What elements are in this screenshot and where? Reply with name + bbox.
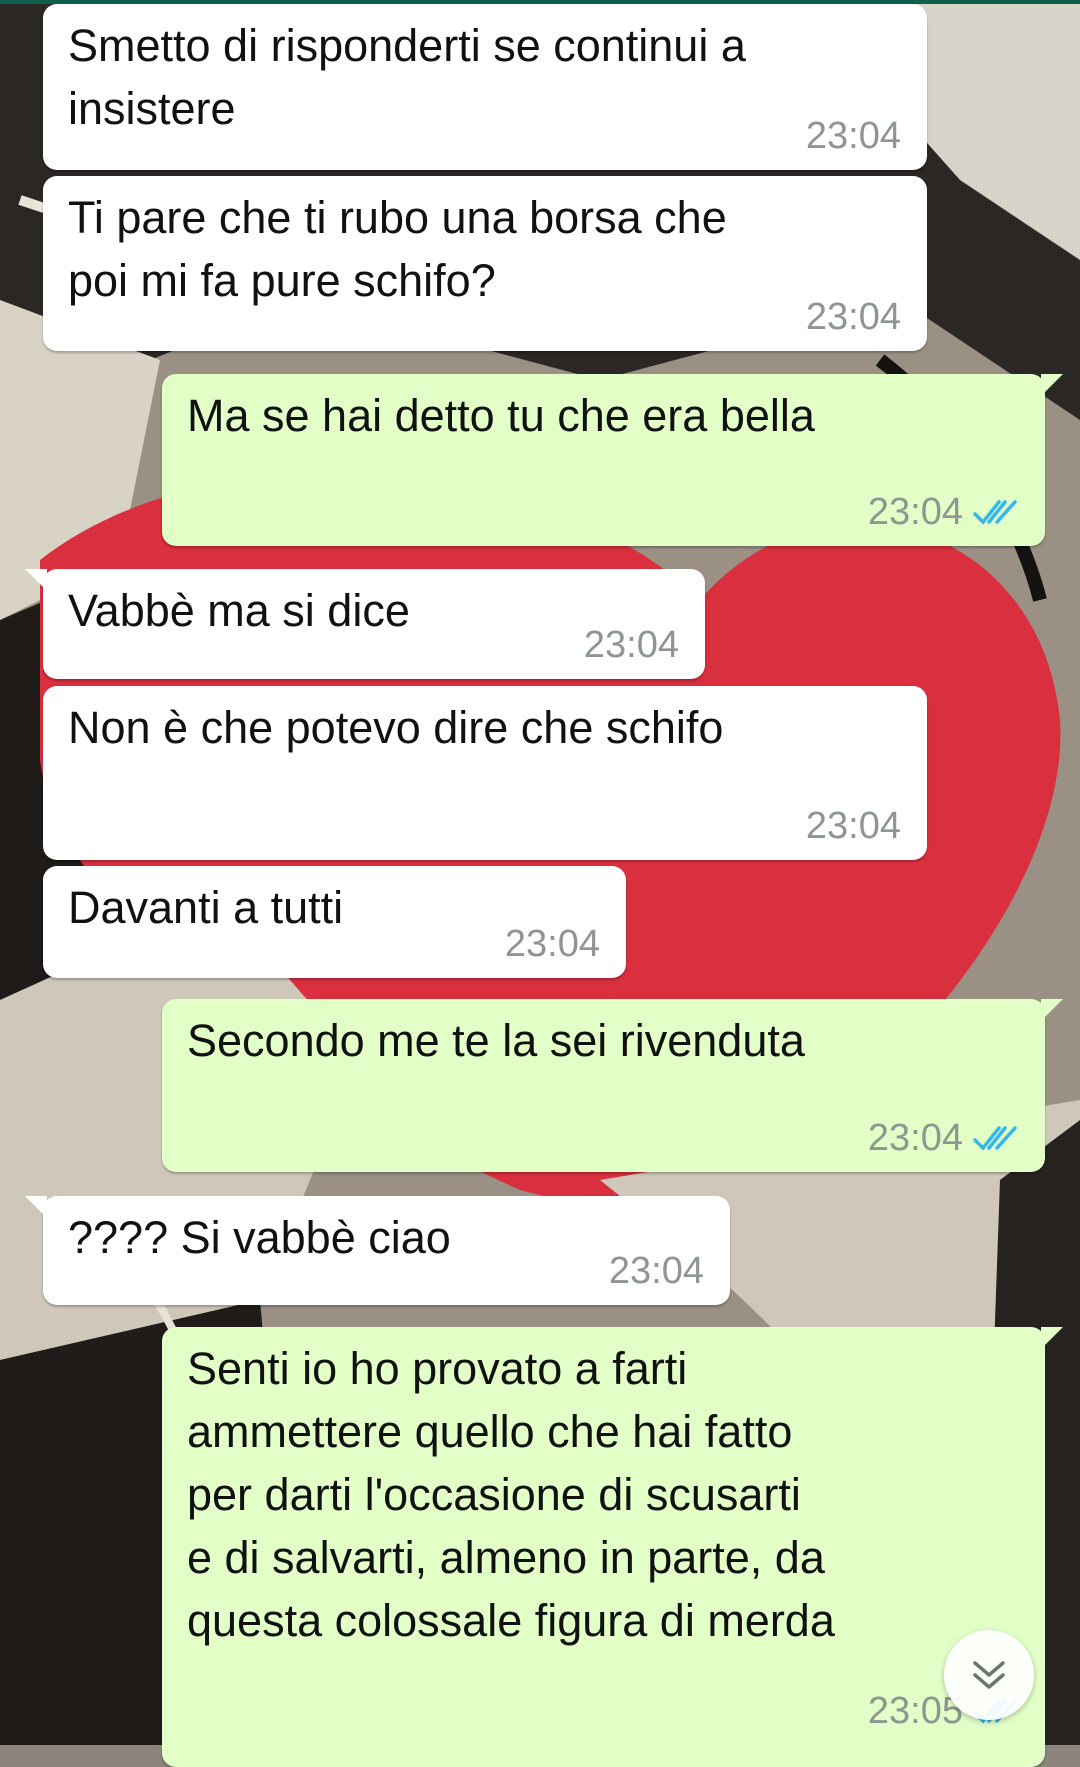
message-time: 23:04 bbox=[805, 115, 901, 157]
outgoing-message[interactable]: Senti io ho provato a farti ammettere qu… bbox=[162, 1327, 1063, 1767]
chevron-double-down-icon bbox=[973, 1661, 1005, 1689]
incoming-message[interactable]: Vabbè ma si dice 23:04 bbox=[25, 569, 705, 679]
message-time: 23:04 bbox=[504, 923, 600, 965]
message-time: 23:04 bbox=[805, 805, 901, 847]
message-time: 23:05 bbox=[867, 1690, 963, 1732]
message-text: Ma se hai detto tu che era bella bbox=[187, 390, 815, 441]
incoming-message[interactable]: Non è che potevo dire che schifo 23:04 bbox=[43, 686, 927, 860]
outgoing-message[interactable]: Ma se hai detto tu che era bella 23:04 bbox=[162, 374, 1063, 546]
outgoing-message[interactable]: Secondo me te la sei rivenduta 23:04 bbox=[162, 999, 1063, 1172]
message-meta: 23:04 bbox=[806, 806, 901, 846]
incoming-message[interactable]: ???? Si vabbè ciao 23:04 bbox=[25, 1196, 730, 1305]
bubble-tail bbox=[25, 569, 47, 591]
message-text: Smetto di risponderti se continui a insi… bbox=[68, 20, 746, 134]
message-time: 23:04 bbox=[867, 1117, 963, 1159]
incoming-message[interactable]: Smetto di risponderti se continui a insi… bbox=[43, 4, 927, 170]
message-text: ???? Si vabbè ciao bbox=[68, 1212, 451, 1263]
double-check-icon bbox=[973, 1126, 1017, 1151]
bubble-tail bbox=[1041, 999, 1063, 1021]
bubble-tail bbox=[1041, 1327, 1063, 1349]
message-meta: 23:04 bbox=[806, 116, 901, 156]
message-meta: 23:04 bbox=[584, 625, 679, 665]
message-time: 23:04 bbox=[805, 296, 901, 338]
message-text: Vabbè ma si dice bbox=[68, 585, 410, 636]
message-text: Davanti a tutti bbox=[68, 882, 344, 933]
message-time: 23:04 bbox=[608, 1250, 704, 1292]
message-meta: 23:04 bbox=[505, 924, 600, 964]
message-time: 23:04 bbox=[867, 491, 963, 533]
double-check-icon bbox=[973, 500, 1017, 525]
message-text: Senti io ho provato a farti ammettere qu… bbox=[187, 1343, 835, 1646]
scroll-to-bottom-button[interactable] bbox=[944, 1630, 1034, 1720]
bubble-tail bbox=[1041, 374, 1063, 396]
message-text: Secondo me te la sei rivenduta bbox=[187, 1015, 805, 1066]
incoming-message[interactable]: Ti pare che ti rubo una borsa che poi mi… bbox=[43, 176, 927, 351]
message-text: Non è che potevo dire che schifo bbox=[68, 702, 724, 753]
incoming-message[interactable]: Davanti a tutti 23:04 bbox=[43, 866, 626, 978]
message-meta: 23:04 bbox=[609, 1251, 704, 1291]
message-text: Ti pare che ti rubo una borsa che poi mi… bbox=[68, 192, 727, 306]
message-meta: 23:04 bbox=[806, 297, 901, 337]
message-meta: 23:04 bbox=[868, 492, 1019, 532]
message-meta: 23:04 bbox=[868, 1118, 1019, 1158]
message-time: 23:04 bbox=[583, 624, 679, 666]
bubble-tail bbox=[25, 1196, 47, 1218]
